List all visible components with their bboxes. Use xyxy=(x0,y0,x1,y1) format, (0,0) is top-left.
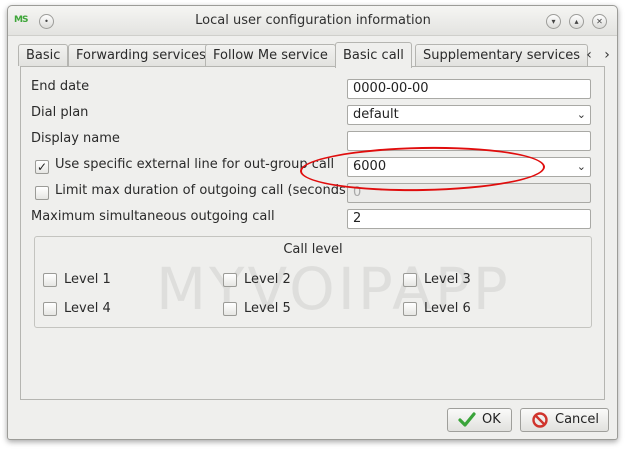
close-button[interactable]: ✕ xyxy=(592,14,607,29)
window-menu-button[interactable]: • xyxy=(39,14,54,29)
call-level-title: Call level xyxy=(283,242,343,257)
window-title: Local user configuration information xyxy=(195,13,431,28)
chevron-down-icon: ⌄ xyxy=(576,160,586,173)
display-name-label: Display name xyxy=(31,131,120,146)
limit-duration-checkbox[interactable] xyxy=(35,186,49,200)
chevron-down-icon: ▾ xyxy=(551,17,556,26)
cancel-icon xyxy=(532,412,548,428)
level-2-label: Level 2 xyxy=(244,272,291,287)
level-5-checkbox[interactable] xyxy=(223,302,237,316)
tab-follow-me-service[interactable]: Follow Me service xyxy=(205,44,336,66)
tab-supplementary-services[interactable]: Supplementary services xyxy=(415,44,589,66)
end-date-field[interactable]: 0000-00-00 xyxy=(347,79,591,99)
tab-scroll-right-icon[interactable]: › xyxy=(598,46,616,64)
external-line-select[interactable]: 6000 ⌄ xyxy=(347,157,591,177)
cancel-label: Cancel xyxy=(555,412,600,427)
call-level-group: Call level Level 1 Level 2 Level 3 Level… xyxy=(34,236,592,328)
level-5-label: Level 5 xyxy=(244,301,291,316)
dialog-window: MS • Local user configuration informatio… xyxy=(7,5,618,440)
app-icon: MS xyxy=(14,15,28,25)
ok-button[interactable]: OK xyxy=(447,408,512,432)
limit-duration-field[interactable]: 0 xyxy=(347,183,591,203)
external-line-label: Use specific external line for out-group… xyxy=(55,157,335,172)
external-line-value: 6000 xyxy=(353,159,387,174)
title-bar: MS • Local user configuration informatio… xyxy=(8,6,617,36)
tab-scroll-left-icon[interactable]: ‹ xyxy=(580,46,598,64)
level-1-checkbox[interactable] xyxy=(43,273,57,287)
ok-label: OK xyxy=(482,412,501,427)
max-simultaneous-label: Maximum simultaneous outgoing call xyxy=(31,209,275,224)
tab-basic-call[interactable]: Basic call xyxy=(335,42,412,68)
close-icon: ✕ xyxy=(596,17,603,26)
dial-plan-select[interactable]: default ⌄ xyxy=(347,105,591,125)
limit-duration-label: Limit max duration of outgoing call (sec… xyxy=(55,183,351,198)
tab-forwarding-services[interactable]: Forwarding services xyxy=(68,44,214,66)
external-line-checkbox[interactable]: ✓ xyxy=(35,160,49,174)
level-2-checkbox[interactable] xyxy=(223,273,237,287)
chevron-down-icon: ⌄ xyxy=(576,108,586,121)
check-icon xyxy=(458,412,476,427)
minimize-button[interactable]: ▾ xyxy=(546,14,561,29)
chevron-up-icon: ▴ xyxy=(574,17,579,26)
level-1-label: Level 1 xyxy=(64,272,111,287)
maximize-button[interactable]: ▴ xyxy=(569,14,584,29)
level-6-label: Level 6 xyxy=(424,301,471,316)
level-3-label: Level 3 xyxy=(424,272,471,287)
tab-bar: Basic Forwarding services Follow Me serv… xyxy=(18,42,610,68)
basic-call-panel: MYVOIPAPP End date 0000-00-00 Dial plan … xyxy=(20,66,605,400)
check-icon: ✓ xyxy=(36,160,48,174)
end-date-label: End date xyxy=(31,79,90,94)
dial-plan-value: default xyxy=(353,107,399,122)
cancel-button[interactable]: Cancel xyxy=(520,408,609,432)
display-name-field[interactable] xyxy=(347,131,591,151)
dot-icon: • xyxy=(44,17,49,26)
level-3-checkbox[interactable] xyxy=(403,273,417,287)
dial-plan-label: Dial plan xyxy=(31,105,89,120)
level-4-checkbox[interactable] xyxy=(43,302,57,316)
max-simultaneous-field[interactable]: 2 xyxy=(347,209,591,229)
tab-basic[interactable]: Basic xyxy=(18,44,69,66)
level-4-label: Level 4 xyxy=(64,301,111,316)
level-6-checkbox[interactable] xyxy=(403,302,417,316)
